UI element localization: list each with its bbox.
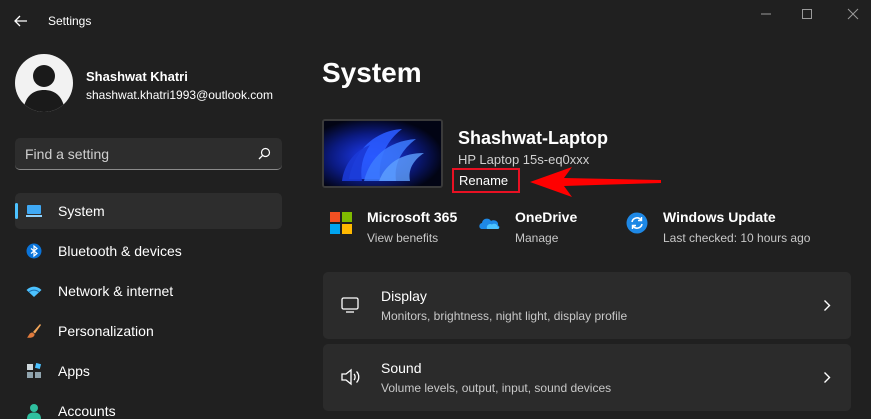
chevron-right-icon (824, 300, 831, 311)
device-model: HP Laptop 15s-eq0xxx (458, 152, 590, 167)
back-arrow-icon[interactable] (12, 12, 30, 30)
active-indicator (15, 203, 18, 219)
settings-card-sound[interactable]: Sound Volume levels, output, input, soun… (323, 344, 851, 411)
page-title: System (322, 57, 422, 88)
sidebar-item-label: Network & internet (58, 283, 174, 299)
person-icon (27, 404, 41, 419)
quick-link-title: OneDrive (515, 209, 578, 225)
card-subtitle: Volume levels, output, input, sound devi… (381, 381, 612, 395)
quick-link-subtitle: Manage (515, 231, 559, 245)
apps-icon (27, 363, 42, 378)
card-title: Sound (381, 360, 422, 376)
sidebar-item-accounts[interactable]: Accounts (15, 393, 282, 419)
sidebar-item-apps[interactable]: Apps (15, 353, 282, 389)
sidebar-item-label: Apps (58, 363, 90, 379)
maximize-icon[interactable] (796, 6, 818, 22)
quick-link-title: Microsoft 365 (367, 209, 458, 225)
quick-link-microsoft365[interactable]: Microsoft 365 View benefits (330, 208, 470, 248)
sync-icon (626, 212, 648, 234)
quick-link-windows-update[interactable]: Windows Update Last checked: 10 hours ag… (626, 208, 826, 248)
device-name: Shashwat-Laptop (458, 128, 609, 148)
person-avatar-icon (23, 65, 65, 112)
laptop-icon (26, 205, 42, 217)
search-box[interactable]: Find a setting (15, 138, 282, 170)
title-bar: Settings (0, 0, 871, 40)
sidebar-item-label: Bluetooth & devices (58, 243, 182, 259)
cloud-icon (479, 218, 500, 229)
monitor-icon (341, 297, 359, 313)
sidebar-item-system[interactable]: System (15, 193, 282, 229)
card-title: Display (381, 288, 427, 304)
avatar (15, 54, 73, 112)
quick-link-subtitle: View benefits (367, 231, 439, 245)
microsoft-logo-icon (330, 212, 352, 234)
sidebar-item-bluetooth[interactable]: Bluetooth & devices (15, 233, 282, 269)
wifi-icon (26, 286, 42, 297)
quick-link-subtitle: Last checked: 10 hours ago (663, 231, 811, 245)
rename-label[interactable]: Rename (459, 173, 508, 188)
annotation-arrow-icon (530, 167, 661, 197)
user-name: Shashwat Khatri (86, 69, 188, 84)
windows-bloom-wallpaper-icon (324, 121, 441, 186)
settings-card-display[interactable]: Display Monitors, brightness, night ligh… (323, 272, 851, 339)
sidebar-item-personalization[interactable]: Personalization (15, 313, 282, 349)
search-input[interactable]: Find a setting (25, 146, 109, 162)
minimize-icon[interactable] (755, 6, 777, 22)
search-icon[interactable] (258, 147, 271, 160)
sidebar-item-label: System (58, 203, 105, 219)
bluetooth-icon (26, 243, 42, 259)
close-icon[interactable] (842, 6, 864, 22)
quick-link-onedrive[interactable]: OneDrive Manage (478, 208, 608, 248)
chevron-right-icon (824, 372, 831, 383)
sidebar-item-network[interactable]: Network & internet (15, 273, 282, 309)
app-title: Settings (48, 14, 92, 28)
brush-icon (27, 324, 41, 338)
speaker-icon (341, 368, 360, 386)
user-email: shashwat.khatri1993@outlook.com (86, 88, 273, 102)
device-wallpaper-thumbnail (322, 119, 443, 188)
sidebar-item-label: Personalization (58, 323, 154, 339)
rename-link[interactable]: Rename (452, 168, 520, 193)
sidebar-item-label: Accounts (58, 403, 116, 419)
quick-link-title: Windows Update (663, 209, 776, 225)
card-subtitle: Monitors, brightness, night light, displ… (381, 309, 628, 323)
